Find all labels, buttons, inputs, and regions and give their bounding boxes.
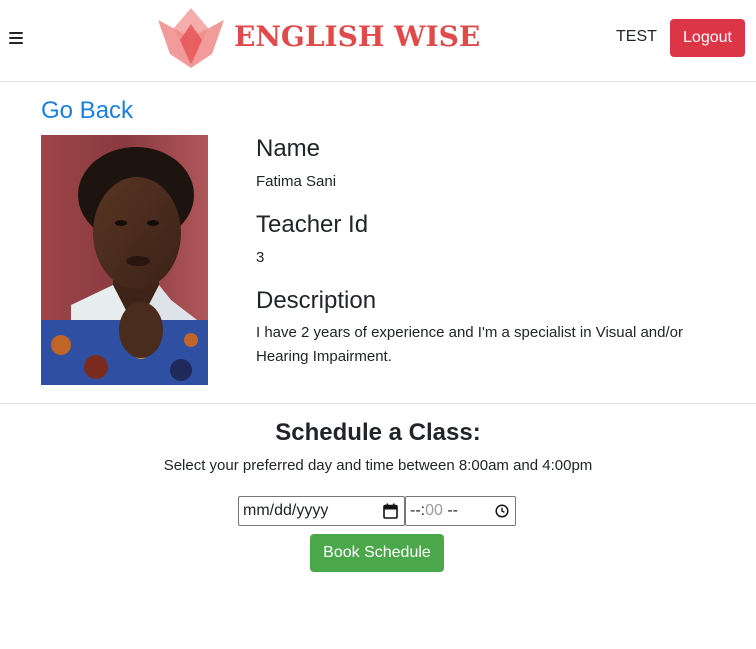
schedule-title: Schedule a Class: [275, 419, 481, 446]
time-hours-placeholder: --: [410, 502, 426, 519]
book-schedule-button[interactable]: Book Schedule [310, 534, 444, 572]
time-input[interactable]: --:00 -- [405, 496, 516, 526]
username-label: TEST [616, 28, 657, 45]
schedule-subtitle: Select your preferred day and time betwe… [163, 457, 593, 474]
calendar-icon[interactable] [383, 503, 398, 519]
hamburger-menu-icon[interactable] [9, 32, 23, 44]
time-ampm-placeholder: -- [442, 502, 459, 519]
brand-logo[interactable]: ENGLISH WISE [156, 6, 480, 70]
name-heading: Name [256, 135, 321, 162]
description-heading: Description [256, 287, 377, 314]
lotus-logo-icon [158, 8, 224, 68]
teacher-name: Fatima Sani [256, 173, 337, 190]
date-placeholder: mm/dd/yyyy [243, 502, 329, 519]
teacher-id: 3 [256, 249, 265, 266]
section-divider [0, 403, 756, 404]
clock-icon[interactable] [495, 504, 509, 518]
brand-name: ENGLISH WISE [234, 20, 481, 53]
teacher-photo [41, 135, 208, 385]
teacher-description: I have 2 years of experience and I'm a s… [256, 324, 683, 365]
go-back-link[interactable]: Go Back [41, 97, 133, 125]
time-minutes-placeholder: 00 [425, 502, 443, 519]
date-input[interactable]: mm/dd/yyyy [238, 496, 405, 526]
logout-button[interactable]: Logout [670, 19, 745, 57]
navbar: ENGLISH WISE TEST Logout [0, 0, 756, 82]
teacher-id-heading: Teacher Id [256, 211, 369, 238]
